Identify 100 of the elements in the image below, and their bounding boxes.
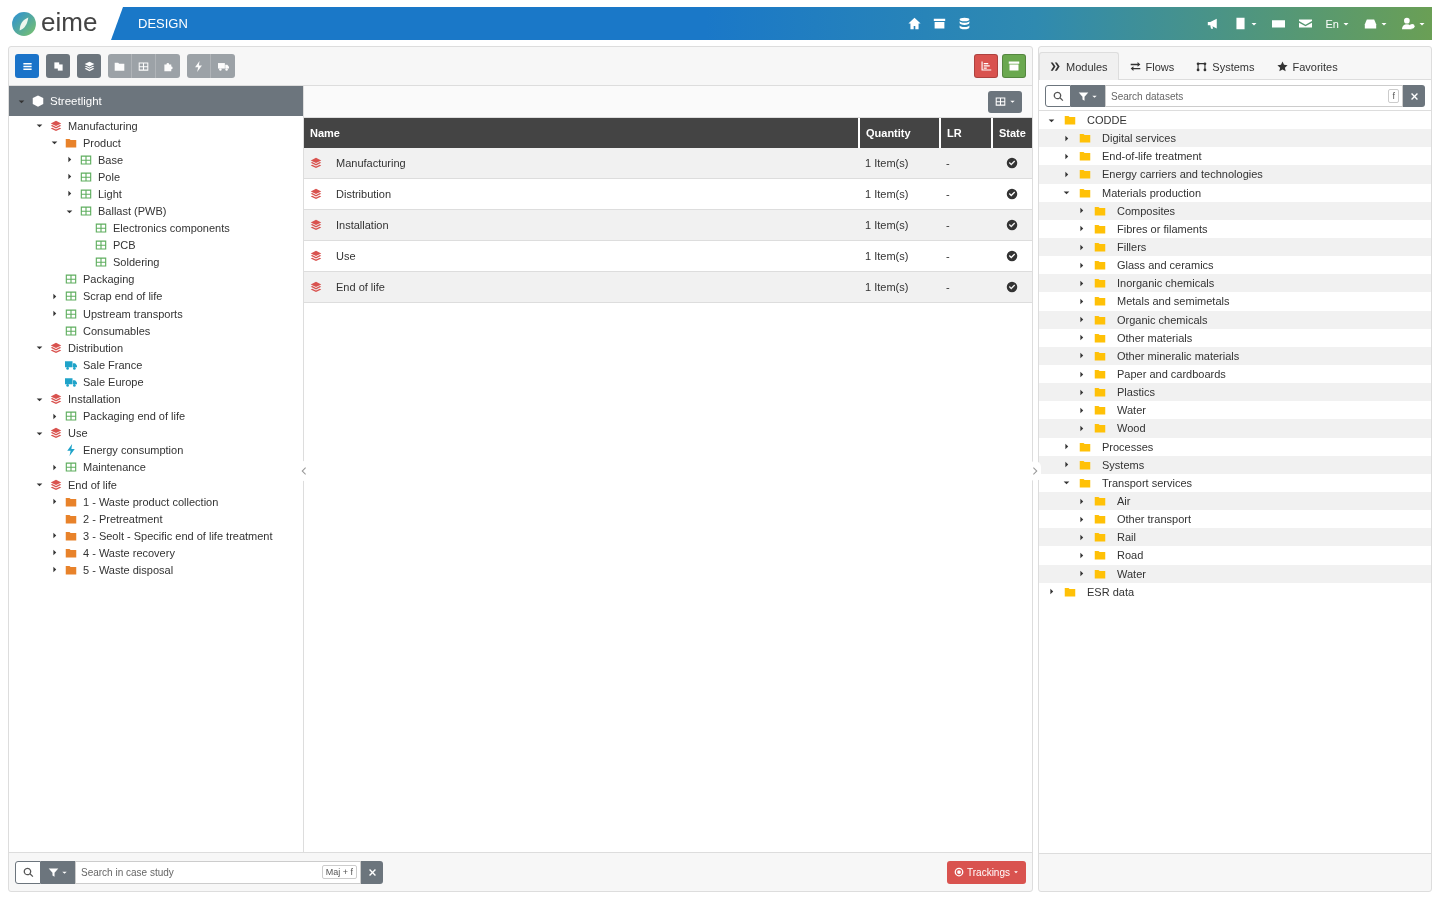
caret-icon[interactable] [50,497,59,507]
tree-item[interactable]: Upstream transports [83,307,183,320]
caret-icon[interactable] [1077,514,1086,524]
tree-item[interactable]: End of life [68,478,117,491]
caret-icon[interactable] [65,155,74,165]
column-header[interactable]: Name [310,127,340,139]
caret-icon[interactable] [1077,351,1086,361]
tree-item[interactable]: Packaging [83,273,135,286]
tree-item[interactable]: Materials production [1102,186,1202,199]
caret-icon[interactable] [1077,405,1086,415]
tree-item[interactable]: Digital services [1102,132,1176,145]
tree-root-label[interactable]: Streetlight [50,95,102,107]
tab[interactable]: Flows [1118,52,1186,80]
layers-button[interactable] [77,54,101,78]
caret-icon[interactable] [1077,569,1086,579]
tree-item[interactable]: Installation [68,393,121,406]
search-button[interactable] [15,860,41,884]
tree-item[interactable]: Organic chemicals [1117,313,1208,326]
tree-item[interactable]: Road [1117,549,1144,562]
caret-icon[interactable] [1062,151,1071,161]
tree-item[interactable]: End-of-life treatment [1102,150,1202,163]
caret-icon[interactable] [1077,387,1086,397]
tree-item[interactable]: 1 - Waste product collection [83,495,219,508]
caret-icon[interactable] [1077,423,1086,433]
book-menu[interactable] [1233,17,1258,30]
caret-icon[interactable] [35,480,44,489]
archive-icon[interactable] [933,17,946,30]
caret-icon[interactable] [1077,532,1086,542]
tree-item[interactable]: Glass and ceramics [1117,259,1214,272]
caret-icon[interactable] [50,462,59,472]
tree-item[interactable]: Consumables [83,324,151,337]
menu-button[interactable] [15,54,39,78]
caret-icon[interactable] [65,189,74,199]
envelope-icon[interactable] [1298,17,1312,30]
tree-item[interactable]: Manufacturing [68,119,138,132]
caret-icon[interactable] [1062,460,1071,470]
tree-item[interactable]: Other transport [1117,513,1191,526]
tree-item[interactable]: CODDE [1087,114,1127,127]
inbox-menu[interactable] [1364,17,1388,30]
tab[interactable]: Systems [1185,52,1266,80]
tab[interactable]: Modules [1039,52,1119,80]
caret-icon[interactable] [1062,442,1071,452]
caret-icon[interactable] [1047,587,1056,597]
clear-button[interactable] [361,860,383,884]
copy-button[interactable] [46,54,70,78]
chart-button[interactable] [974,54,998,78]
caret-icon[interactable] [1062,170,1071,179]
tree-item[interactable]: Water [1117,567,1146,580]
tree-item[interactable]: Wood [1117,422,1146,435]
tree-item[interactable]: Inorganic chemicals [1117,277,1215,290]
tree-item[interactable]: Soldering [113,256,160,269]
clear-button[interactable] [1403,85,1425,107]
tree-item[interactable]: Scrap end of life [83,290,163,303]
tree-item[interactable]: 3 - Seolt - Specific end of life treatment [83,529,273,542]
caret-icon[interactable] [50,292,59,301]
tree-item[interactable]: Ballast (PWB) [98,205,167,217]
tree-item[interactable]: Distribution [68,341,124,354]
tree-item[interactable]: Sale France [83,358,143,371]
caret-icon[interactable] [1077,315,1086,325]
caret-icon[interactable] [50,548,59,558]
database-icon[interactable] [958,17,971,30]
tree-item[interactable]: Electronics components [113,222,230,235]
tree-item[interactable]: Fibres or filaments [1117,222,1208,235]
caret-icon[interactable] [1077,206,1086,216]
tree-item[interactable]: Fillers [1117,241,1147,254]
tree-item[interactable]: Base [98,153,124,166]
caret-icon[interactable] [1077,333,1086,343]
caret-icon[interactable] [65,172,74,182]
tree-item[interactable]: Composites [1117,204,1176,217]
tree-item[interactable]: 4 - Waste recovery [83,546,175,559]
caret-icon[interactable] [50,411,59,421]
tree-item[interactable]: Energy consumption [83,444,184,457]
caret-icon[interactable] [1077,550,1086,560]
tree-item[interactable]: Product [83,136,121,149]
tree-item[interactable]: Sale Europe [83,375,144,388]
caret-icon[interactable] [50,531,59,541]
filter-menu[interactable] [41,860,75,884]
home-icon[interactable] [908,17,921,30]
caret-icon[interactable] [1077,224,1086,234]
tree-item[interactable]: Metals and semimetals [1117,295,1230,308]
tree-item[interactable]: Air [1117,495,1131,507]
tree-item[interactable]: Processes [1102,440,1154,453]
caret-icon[interactable] [1077,496,1086,506]
caret-icon[interactable] [1077,296,1086,306]
filter-menu[interactable] [1071,85,1105,107]
tree-item[interactable]: Other materials [1117,331,1193,344]
user-menu[interactable] [1402,17,1426,30]
caret-icon[interactable] [1077,242,1086,252]
caret-icon[interactable] [50,309,59,319]
tree-item[interactable]: Maintenance [83,461,146,474]
tree-item[interactable]: Paper and cardboards [1117,368,1226,381]
megaphone-icon[interactable] [1206,17,1220,30]
tree-item[interactable]: Water [1117,404,1146,417]
view-menu-button[interactable] [988,90,1022,113]
tree-item[interactable]: Transport services [1102,476,1193,489]
tree-item[interactable]: 5 - Waste disposal [83,564,174,576]
caret-icon[interactable] [1077,369,1086,379]
caret-icon[interactable] [1062,133,1071,143]
tree-item[interactable]: PCB [113,239,136,252]
caret-icon[interactable] [1077,278,1086,288]
